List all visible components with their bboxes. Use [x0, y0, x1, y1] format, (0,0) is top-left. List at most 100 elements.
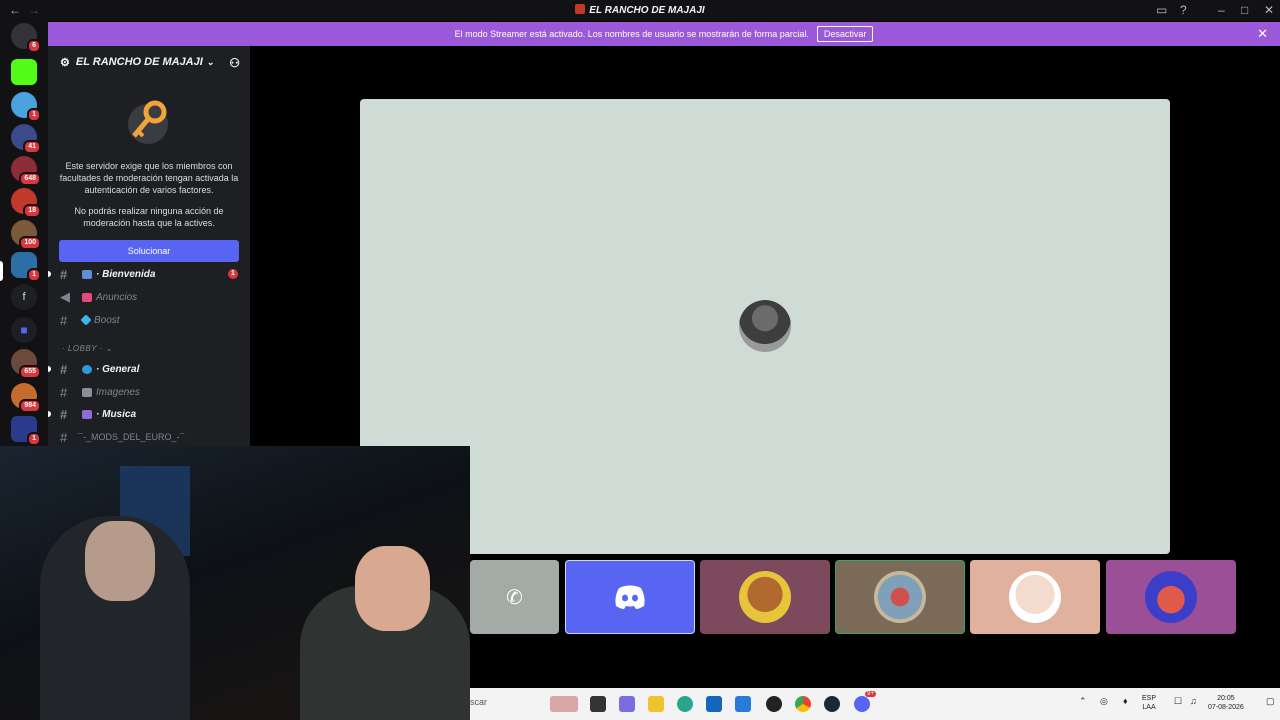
microphone-icon[interactable]: ♦: [1123, 697, 1128, 706]
taskbar-search[interactable]: scar: [470, 697, 487, 707]
invite-people-icon[interactable]: ⚇: [229, 56, 240, 70]
channel-anuncios[interactable]: ◀ Anuncios: [60, 288, 240, 306]
clock[interactable]: 20:05 07-08-2026: [1208, 694, 1244, 712]
hash-icon: #: [60, 406, 68, 422]
folder-icon[interactable]: ■: [11, 317, 37, 343]
participant-avatar: [1145, 571, 1197, 623]
discord-home-icon[interactable]: 6: [11, 23, 41, 53]
store-icon[interactable]: [706, 696, 722, 712]
window-title-wrapper: EL RANCHO DE MAJAJI: [0, 4, 1280, 16]
selected-server-pill: [0, 261, 3, 281]
category-lobby[interactable]: · LOBBY · ⌄: [62, 344, 113, 353]
streamer-face-left: [85, 521, 155, 601]
mfa-notice: Este servidor exige que los miembros con…: [59, 161, 239, 195]
channel-imagenes[interactable]: # Imagenes: [60, 383, 240, 401]
clock-date: 07-08-2026: [1208, 704, 1244, 711]
copilot-icon[interactable]: [619, 696, 635, 712]
server-badge: 648: [19, 172, 41, 186]
edge-icon[interactable]: [677, 696, 693, 712]
chevron-down-icon: ⌄: [105, 344, 113, 353]
channel-name: Boost: [94, 314, 120, 326]
kick-server-icon[interactable]: [11, 59, 37, 85]
hash-icon: #: [60, 266, 68, 282]
server-icon-4[interactable]: 648: [11, 156, 41, 186]
chevron-up-icon[interactable]: ⌃: [1079, 697, 1087, 706]
participant-tile-4[interactable]: [835, 560, 965, 634]
server-icon-5[interactable]: 18: [11, 188, 41, 218]
notification-icon[interactable]: ▢: [1266, 697, 1275, 706]
server-badge: 100: [19, 236, 41, 250]
chrome-icon[interactable]: [795, 696, 811, 712]
participant-tile-discord[interactable]: [565, 560, 695, 634]
chevron-down-icon: ⌄: [206, 56, 215, 67]
server-folder-icon[interactable]: 1: [11, 252, 41, 282]
channel-name: · Bienvenida: [96, 268, 156, 280]
channel-mods-del-euro[interactable]: # ¯-_MODS_DEL_EURO_-¯: [60, 428, 240, 446]
help-icon[interactable]: ?: [1180, 3, 1187, 17]
channel-boost[interactable]: # Boost: [60, 311, 240, 329]
participant-tile-6[interactable]: [1106, 560, 1236, 634]
widget-icon[interactable]: [550, 696, 578, 712]
participant-avatar: [1009, 571, 1061, 623]
server-icon-6[interactable]: 100: [11, 220, 41, 250]
steam-icon[interactable]: [824, 696, 840, 712]
participant-tile-5[interactable]: [970, 560, 1100, 634]
server-badge: 984: [19, 399, 41, 413]
letter-server-icon[interactable]: f: [11, 284, 37, 310]
server-icon-3[interactable]: 41: [11, 124, 41, 154]
server-header[interactable]: ⚙ EL RANCHO DE MAJAJI ⌄ ⚇: [48, 46, 250, 78]
server-badge: 1: [27, 268, 41, 282]
file-explorer-icon[interactable]: [648, 696, 664, 712]
globe-emoji-icon: [82, 364, 92, 374]
server-badge: 41: [23, 140, 41, 154]
mention-badge: 1: [228, 269, 238, 279]
disable-streamer-button[interactable]: Desactivar: [816, 26, 874, 42]
task-view-icon[interactable]: [590, 696, 606, 712]
mfa-restriction-notice: No podrás realizar ninguna acción de mod…: [74, 206, 224, 228]
hash-icon: #: [60, 429, 68, 445]
server-icon: [575, 4, 586, 14]
hash-icon: #: [60, 312, 68, 328]
server-badge: 18: [23, 204, 41, 218]
wifi-icon[interactable]: ☐: [1174, 697, 1182, 706]
maximize-icon[interactable]: □: [1241, 3, 1248, 17]
discord-taskbar-icon[interactable]: 9+: [854, 691, 876, 712]
focused-user-avatar[interactable]: [739, 300, 791, 352]
os-taskbar: scar 9+ ⌃ ◎ ♦ ESP LAA ☐ ♫ 20:05 07-08-20…: [470, 688, 1280, 720]
volume-icon[interactable]: ♫: [1190, 697, 1197, 706]
hash-icon: #: [60, 361, 68, 377]
streamer-mode-banner: El modo Streamer está activado. Los nomb…: [48, 22, 1280, 46]
megaphone-icon: ◀: [60, 289, 70, 304]
outlook-icon[interactable]: [735, 696, 751, 712]
participant-avatar: [739, 571, 791, 623]
phone-icon: ✆: [506, 586, 523, 609]
server-icon-2[interactable]: 1: [11, 92, 41, 122]
inbox-icon[interactable]: ▭: [1156, 3, 1167, 17]
minimize-icon[interactable]: –: [1218, 3, 1225, 17]
close-banner-icon[interactable]: ✕: [1257, 26, 1268, 42]
participant-tile-3[interactable]: [700, 560, 830, 634]
server-icon-10[interactable]: 1: [11, 416, 41, 446]
channel-sidebar: ⚙ EL RANCHO DE MAJAJI ⌄ ⚇ Este servidor …: [48, 46, 250, 446]
channel-general[interactable]: # · General: [60, 360, 240, 378]
network-status-icon[interactable]: ◎: [1100, 697, 1108, 706]
keyboard-layout: LAA: [1142, 704, 1156, 711]
image-emoji-icon: [82, 387, 92, 397]
channel-musica[interactable]: # · Musica: [60, 405, 240, 423]
server-name: EL RANCHO DE MAJAJI: [75, 56, 203, 68]
clock-time: 20:05: [1217, 695, 1235, 702]
webcam-overlay: [0, 446, 470, 720]
participant-tile-1[interactable]: ✆: [470, 560, 559, 634]
obs-icon[interactable]: [766, 696, 782, 712]
solve-button[interactable]: Solucionar: [59, 240, 239, 262]
server-icon-9[interactable]: 984: [11, 383, 41, 413]
server-settings-icon: ⚙: [60, 56, 70, 69]
server-icon-8[interactable]: 655: [11, 349, 41, 379]
category-name: · LOBBY ·: [62, 344, 103, 353]
input-language[interactable]: ESP LAA: [1142, 694, 1156, 712]
server-badge: 655: [19, 365, 41, 379]
close-window-icon[interactable]: ✕: [1264, 3, 1274, 17]
channel-bienvenida[interactable]: # · Bienvenida 1: [60, 265, 240, 283]
streamer-face-right: [355, 546, 430, 631]
diamond-emoji-icon: [80, 314, 92, 326]
